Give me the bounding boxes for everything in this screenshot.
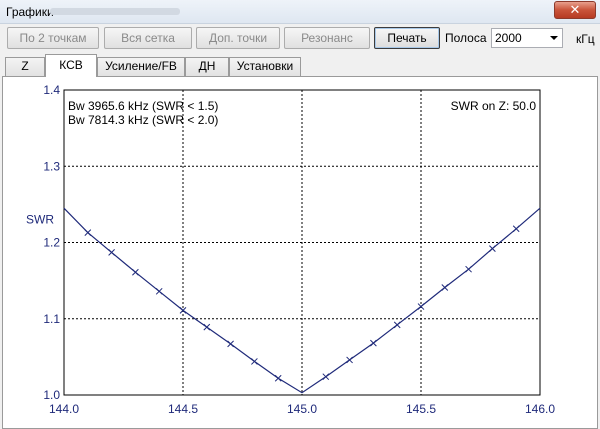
- tab-settings[interactable]: Установки: [229, 57, 301, 76]
- tab-z[interactable]: Z: [5, 57, 45, 76]
- band-label: Полоса: [445, 31, 487, 45]
- chart-panel: [2, 76, 598, 429]
- toolbar: По 2 точкам Вся сетка Доп. точки Резонан…: [0, 24, 600, 54]
- tab-bar: Z КСВ Усиление/FB ДН Установки: [0, 54, 600, 77]
- tab-swr[interactable]: КСВ: [45, 54, 97, 77]
- blurred-title-text: [50, 8, 180, 15]
- title-bar: Графики ✕: [0, 0, 600, 24]
- two-points-button[interactable]: По 2 точкам: [7, 27, 99, 49]
- unit-label: кГц: [576, 32, 595, 46]
- band-value: 2000: [495, 31, 522, 45]
- tab-pattern[interactable]: ДН: [185, 57, 229, 76]
- extra-points-button[interactable]: Доп. точки: [196, 27, 280, 49]
- close-icon: ✕: [569, 2, 581, 17]
- window-title: Графики: [6, 5, 54, 19]
- resonance-button[interactable]: Резонанс: [284, 27, 370, 49]
- full-grid-button[interactable]: Вся сетка: [104, 27, 192, 49]
- chevron-down-icon: [550, 36, 558, 40]
- print-button[interactable]: Печать: [374, 27, 440, 49]
- close-button[interactable]: ✕: [554, 1, 596, 19]
- tab-gain-fb[interactable]: Усиление/FB: [97, 57, 185, 76]
- band-select[interactable]: 2000: [491, 28, 563, 48]
